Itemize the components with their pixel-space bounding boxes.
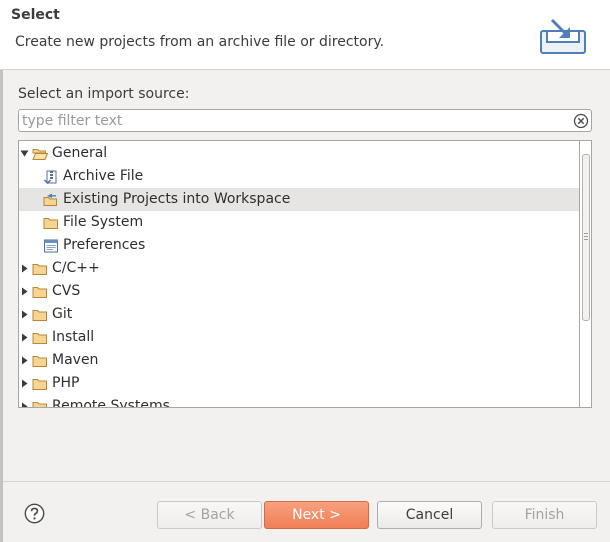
- tree-item[interactable]: Preferences: [19, 234, 579, 257]
- scrollbar-thumb[interactable]: [582, 154, 590, 321]
- tree-item[interactable]: Remote Systems: [19, 395, 579, 408]
- tree-item[interactable]: PHP: [19, 372, 579, 395]
- collapsed-arrow-icon[interactable]: [20, 356, 29, 365]
- folder-icon: [43, 218, 58, 229]
- tree-item-label: Maven: [52, 352, 99, 368]
- window-left-edge: [0, 0, 3, 542]
- folder-open-icon: [32, 149, 48, 160]
- folder-icon: [32, 402, 47, 407]
- tree-item-label: CVS: [52, 283, 81, 299]
- wizard-header: Select Create new projects from an archi…: [0, 0, 610, 70]
- tree-item-label: Archive File: [63, 168, 144, 184]
- scrollbar-grip: [584, 236, 588, 237]
- collapsed-arrow-icon[interactable]: [20, 333, 29, 342]
- tree-vertical-scrollbar[interactable]: [580, 140, 592, 408]
- tree-item-label: Git: [52, 306, 73, 322]
- tree-item-label: File System: [63, 214, 144, 230]
- import-wizard-icon: [540, 18, 586, 54]
- preferences-icon: [44, 239, 58, 253]
- collapsed-arrow-icon[interactable]: [20, 379, 29, 388]
- collapsed-arrow-icon[interactable]: [20, 264, 29, 273]
- scrollbar-grip: [584, 233, 588, 234]
- tree-item[interactable]: C/C++: [19, 257, 579, 280]
- folder-icon: [32, 310, 47, 321]
- tree-item[interactable]: Maven: [19, 349, 579, 372]
- folder-icon: [32, 379, 47, 390]
- tree-item-label: Remote Systems: [52, 398, 170, 408]
- page-description: Create new projects from an archive file…: [15, 34, 385, 50]
- collapsed-arrow-icon[interactable]: [20, 287, 29, 296]
- next-button[interactable]: Next >: [264, 501, 369, 529]
- tree-item[interactable]: Install: [19, 326, 579, 349]
- tree-item-label: C/C++: [52, 260, 100, 276]
- help-question-icon[interactable]: [24, 503, 45, 524]
- tree-item[interactable]: Archive File: [19, 165, 579, 188]
- folder-icon: [32, 264, 47, 275]
- tree-item[interactable]: Existing Projects into Workspace: [19, 188, 579, 211]
- tree-item-label: Preferences: [63, 237, 146, 253]
- folder-icon: [32, 287, 47, 298]
- tree-item[interactable]: Git: [19, 303, 579, 326]
- filter-input[interactable]: [22, 111, 572, 130]
- project-folder-icon: [43, 193, 57, 206]
- collapsed-arrow-icon[interactable]: [20, 402, 29, 408]
- import-source-tree[interactable]: General Archive File Existing Projects int…: [18, 140, 580, 408]
- button-bar-divider: [3, 481, 610, 482]
- tree-item[interactable]: CVS: [19, 280, 579, 303]
- page-title: Select: [11, 7, 60, 23]
- folder-icon: [32, 333, 47, 344]
- filter-box: [18, 109, 592, 132]
- collapsed-arrow-icon[interactable]: [20, 310, 29, 319]
- archive-file-icon: [44, 170, 57, 184]
- tree-item-label: Install: [52, 329, 95, 345]
- finish-button[interactable]: Finish: [492, 501, 597, 529]
- tree-item-label: Existing Projects into Workspace: [63, 191, 291, 207]
- tree-item[interactable]: File System: [19, 211, 579, 234]
- tree-item-label: General: [52, 145, 108, 161]
- cancel-button[interactable]: Cancel: [377, 501, 482, 529]
- tree-item-label: PHP: [52, 375, 80, 391]
- clear-filter-icon[interactable]: [573, 113, 589, 129]
- back-button[interactable]: < Back: [157, 501, 262, 529]
- folder-icon: [32, 356, 47, 367]
- scrollbar-grip: [584, 239, 588, 240]
- tree-item[interactable]: General: [19, 142, 579, 165]
- expanded-arrow-icon[interactable]: [20, 149, 29, 158]
- import-source-label: Select an import source:: [18, 86, 190, 102]
